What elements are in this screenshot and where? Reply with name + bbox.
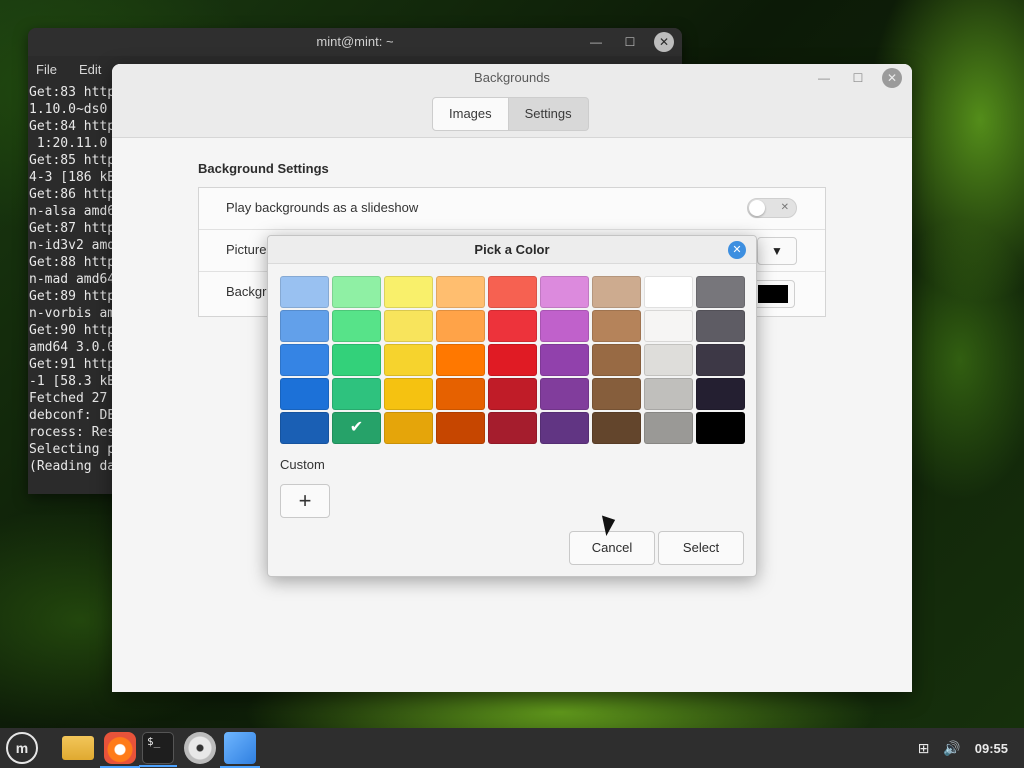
volume-icon[interactable]: 🔊 [943,740,960,757]
firefox-icon[interactable] [100,732,140,768]
clock[interactable]: 09:55 [975,741,1008,756]
color-swatch[interactable] [696,378,745,410]
menu-edit[interactable]: Edit [79,56,101,84]
toggle-knob [749,200,765,216]
minimize-icon[interactable]: — [814,68,834,88]
color-swatch[interactable] [696,310,745,342]
view-switcher: Images Settings [432,97,589,131]
color-swatch[interactable] [332,310,381,342]
picture-dropdown[interactable]: ▼ [757,237,797,265]
minimize-icon[interactable]: — [586,32,606,52]
checkmark-icon: ✔ [349,419,364,436]
picture-label: Picture [226,242,267,257]
color-swatch[interactable] [592,276,641,308]
color-swatch[interactable] [280,276,329,308]
color-swatch[interactable] [384,344,433,376]
color-palette: ✔ [280,276,745,444]
color-swatch[interactable] [644,276,693,308]
dialog-title: Pick a Color [474,242,550,257]
color-swatch[interactable] [280,344,329,376]
close-icon[interactable]: ✕ [728,241,746,259]
color-swatch[interactable] [696,412,745,444]
terminal-icon[interactable]: $_ [139,732,177,767]
system-tray: ⊞ 🔊 09:55 [918,728,1008,768]
color-swatch[interactable] [488,378,537,410]
backgrounds-headerbar[interactable]: Backgrounds — ☐ ✕ Images Settings [112,64,912,138]
section-heading: Background Settings [198,161,329,176]
chevron-down-icon: ▼ [771,244,783,258]
color-swatch[interactable] [436,378,485,410]
color-swatch[interactable] [384,378,433,410]
custom-label: Custom [280,457,325,472]
color-swatch[interactable] [592,412,641,444]
close-icon[interactable]: ✕ [882,68,902,88]
color-swatch[interactable]: ✔ [332,412,381,444]
slideshow-label: Play backgrounds as a slideshow [226,200,419,215]
tab-images[interactable]: Images [432,97,509,131]
color-swatch[interactable] [384,276,433,308]
color-swatch[interactable] [332,378,381,410]
color-swatch[interactable] [436,310,485,342]
network-icon[interactable]: ⊞ [918,740,930,757]
cancel-button[interactable]: Cancel [569,531,655,565]
color-swatch[interactable] [488,276,537,308]
add-custom-color-button[interactable]: + [280,484,330,518]
color-swatch[interactable] [436,344,485,376]
disc-icon[interactable] [184,732,216,764]
color-swatch[interactable] [592,344,641,376]
maximize-icon[interactable]: ☐ [848,68,868,88]
close-icon[interactable]: ✕ [654,32,674,52]
color-swatch[interactable] [280,310,329,342]
color-swatch[interactable] [280,378,329,410]
color-swatch[interactable] [332,344,381,376]
color-picker-dialog[interactable]: Pick a Color ✕ ✔ Custom + Cancel Select [267,235,757,577]
select-button[interactable]: Select [658,531,744,565]
slideshow-toggle[interactable]: ✕ [747,198,797,218]
color-swatch[interactable] [488,412,537,444]
color-swatch[interactable] [644,412,693,444]
off-icon: ✕ [780,202,789,213]
color-swatch[interactable] [592,310,641,342]
color-swatch[interactable] [696,344,745,376]
color-swatch[interactable] [540,378,589,410]
color-swatch[interactable] [540,276,589,308]
slideshow-row: Play backgrounds as a slideshow ✕ [199,188,825,230]
background-color-label: Backgr [226,284,267,299]
background-color-button[interactable] [751,280,795,308]
color-swatch[interactable] [436,412,485,444]
color-swatch[interactable] [488,344,537,376]
color-swatch[interactable] [644,378,693,410]
color-swatch[interactable] [644,310,693,342]
taskbar: m $_ ⊞ 🔊 09:55 [0,728,1024,768]
maximize-icon[interactable]: ☐ [620,32,640,52]
color-swatch[interactable] [540,344,589,376]
color-swatch[interactable] [280,412,329,444]
folder-icon[interactable] [62,736,94,760]
terminal-title: mint@mint: ~ [316,34,394,49]
color-swatch [758,285,788,303]
color-swatch[interactable] [540,310,589,342]
dialog-titlebar[interactable]: Pick a Color ✕ [268,236,756,264]
color-swatch[interactable] [436,276,485,308]
backgrounds-icon[interactable] [220,732,260,768]
color-swatch[interactable] [696,276,745,308]
tab-settings[interactable]: Settings [508,97,589,131]
terminal-titlebar[interactable]: mint@mint: ~ — ☐ ✕ [28,28,682,56]
color-swatch[interactable] [644,344,693,376]
window-title: Backgrounds [474,70,550,85]
color-swatch[interactable] [384,310,433,342]
color-swatch[interactable] [592,378,641,410]
color-swatch[interactable] [488,310,537,342]
color-swatch[interactable] [384,412,433,444]
color-swatch[interactable] [540,412,589,444]
menu-file[interactable]: File [36,56,57,84]
menu-icon[interactable]: m [6,732,38,764]
color-swatch[interactable] [332,276,381,308]
